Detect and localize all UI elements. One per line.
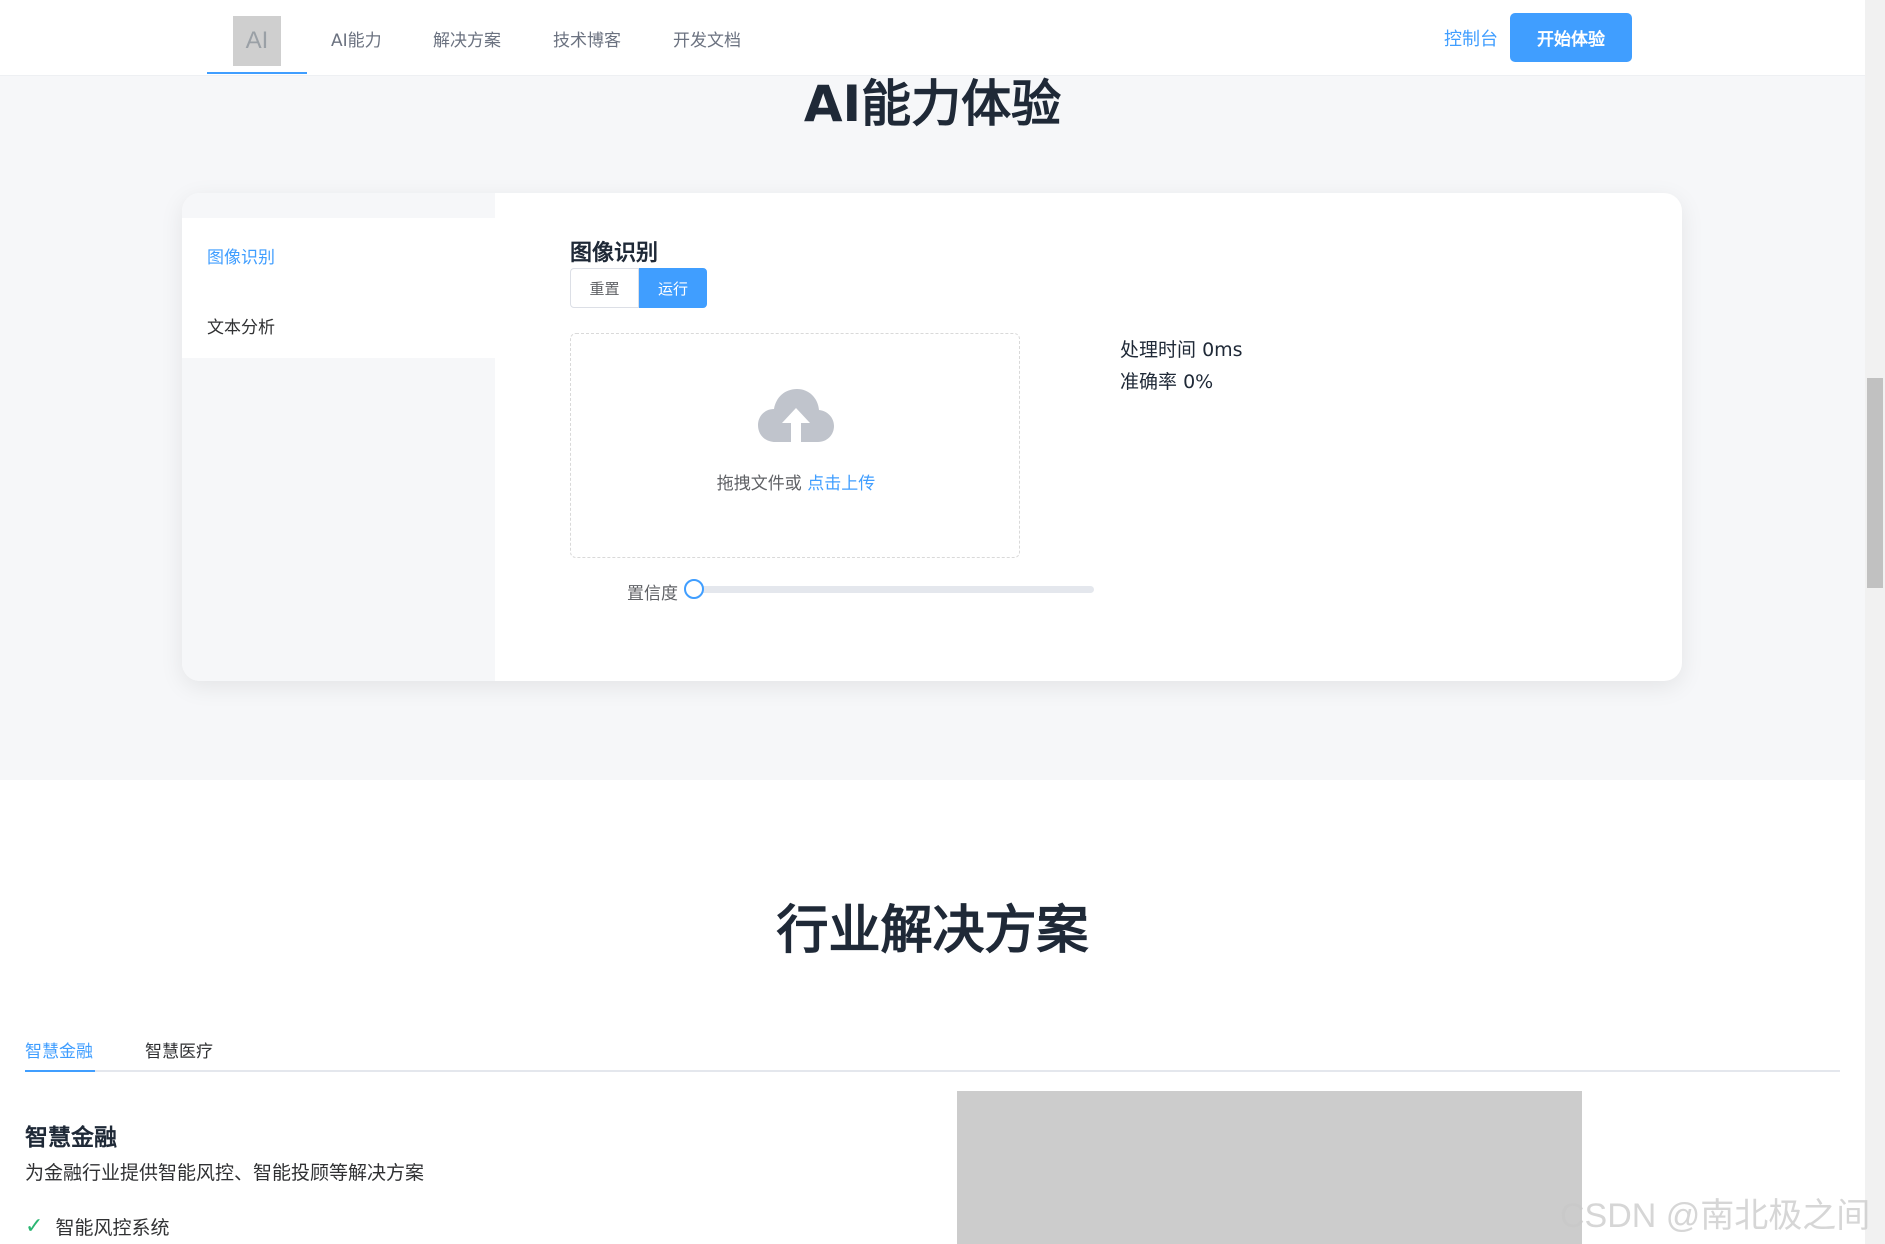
- confidence-label: 置信度: [627, 584, 678, 604]
- top-header: AI AI能力 解决方案 技术博客 开发文档 控制台 开始体验: [0, 0, 1865, 76]
- click-upload-link[interactable]: 点击上传: [807, 474, 875, 494]
- accuracy-value: 0%: [1183, 371, 1214, 393]
- nav-item-ai-capability[interactable]: AI能力: [331, 26, 382, 51]
- result-stats: 处理时间 0ms 准确率 0%: [1120, 334, 1243, 398]
- nav-item-tech-blog[interactable]: 技术博客: [553, 26, 621, 51]
- start-experience-button[interactable]: 开始体验: [1510, 13, 1632, 62]
- action-button-group: 重置 运行: [570, 268, 707, 308]
- check-icon: ✓: [25, 1214, 44, 1239]
- solution-title: 智慧金融: [25, 1125, 117, 1151]
- accuracy-label: 准确率: [1120, 371, 1178, 393]
- logo[interactable]: AI: [233, 16, 281, 66]
- processing-time: 处理时间 0ms: [1120, 334, 1243, 366]
- active-tab-indicator: [25, 1070, 95, 1072]
- upload-text: 拖拽文件或 点击上传: [571, 469, 1021, 494]
- tab-smart-finance[interactable]: 智慧金融: [25, 1037, 93, 1062]
- scrollbar-thumb[interactable]: [1867, 378, 1883, 588]
- demo-sidebar: 图像识别 文本分析: [182, 193, 495, 681]
- ai-experience-section: AI能力体验 图像识别 文本分析 图像识别 重置 运行 拖拽文件或 点击上传 处…: [0, 75, 1865, 780]
- solution-image-placeholder: [957, 1091, 1582, 1244]
- logo-active-indicator: [207, 72, 307, 74]
- sidebar-item-text-analysis[interactable]: 文本分析: [207, 313, 275, 338]
- sidebar-item-image-recognition[interactable]: 图像识别: [207, 243, 275, 268]
- panel-title: 图像识别: [570, 241, 659, 266]
- upload-prompt: 拖拽文件或: [716, 474, 802, 494]
- reset-button[interactable]: 重置: [570, 268, 639, 308]
- processing-time-value: 0ms: [1202, 339, 1243, 361]
- nav-item-solutions[interactable]: 解决方案: [433, 26, 501, 51]
- confidence-slider[interactable]: [684, 579, 1094, 599]
- page-scrollbar[interactable]: [1865, 0, 1885, 1244]
- cloud-upload-icon: [758, 389, 834, 444]
- industry-tabs: 智慧金融 智慧医疗: [25, 1030, 1840, 1072]
- industry-section-title: 行业解决方案: [776, 901, 1089, 961]
- console-link[interactable]: 控制台: [1444, 25, 1498, 51]
- confidence-slider-thumb[interactable]: [684, 579, 704, 599]
- processing-time-label: 处理时间: [1120, 339, 1197, 361]
- nav-item-dev-docs[interactable]: 开发文档: [673, 26, 741, 51]
- run-button[interactable]: 运行: [639, 268, 707, 308]
- upload-dropzone[interactable]: 拖拽文件或 点击上传: [570, 333, 1020, 558]
- accuracy: 准确率 0%: [1120, 366, 1243, 398]
- demo-menu: 图像识别 文本分析: [182, 218, 495, 358]
- tab-smart-healthcare[interactable]: 智慧医疗: [145, 1037, 213, 1062]
- feature-label: 智能风控系统: [55, 1217, 170, 1239]
- feature-item: ✓ 智能风控系统: [25, 1213, 169, 1240]
- solution-description: 为金融行业提供智能风控、智能投顾等解决方案: [25, 1162, 425, 1184]
- watermark: CSDN @南北极之间: [1560, 1197, 1871, 1235]
